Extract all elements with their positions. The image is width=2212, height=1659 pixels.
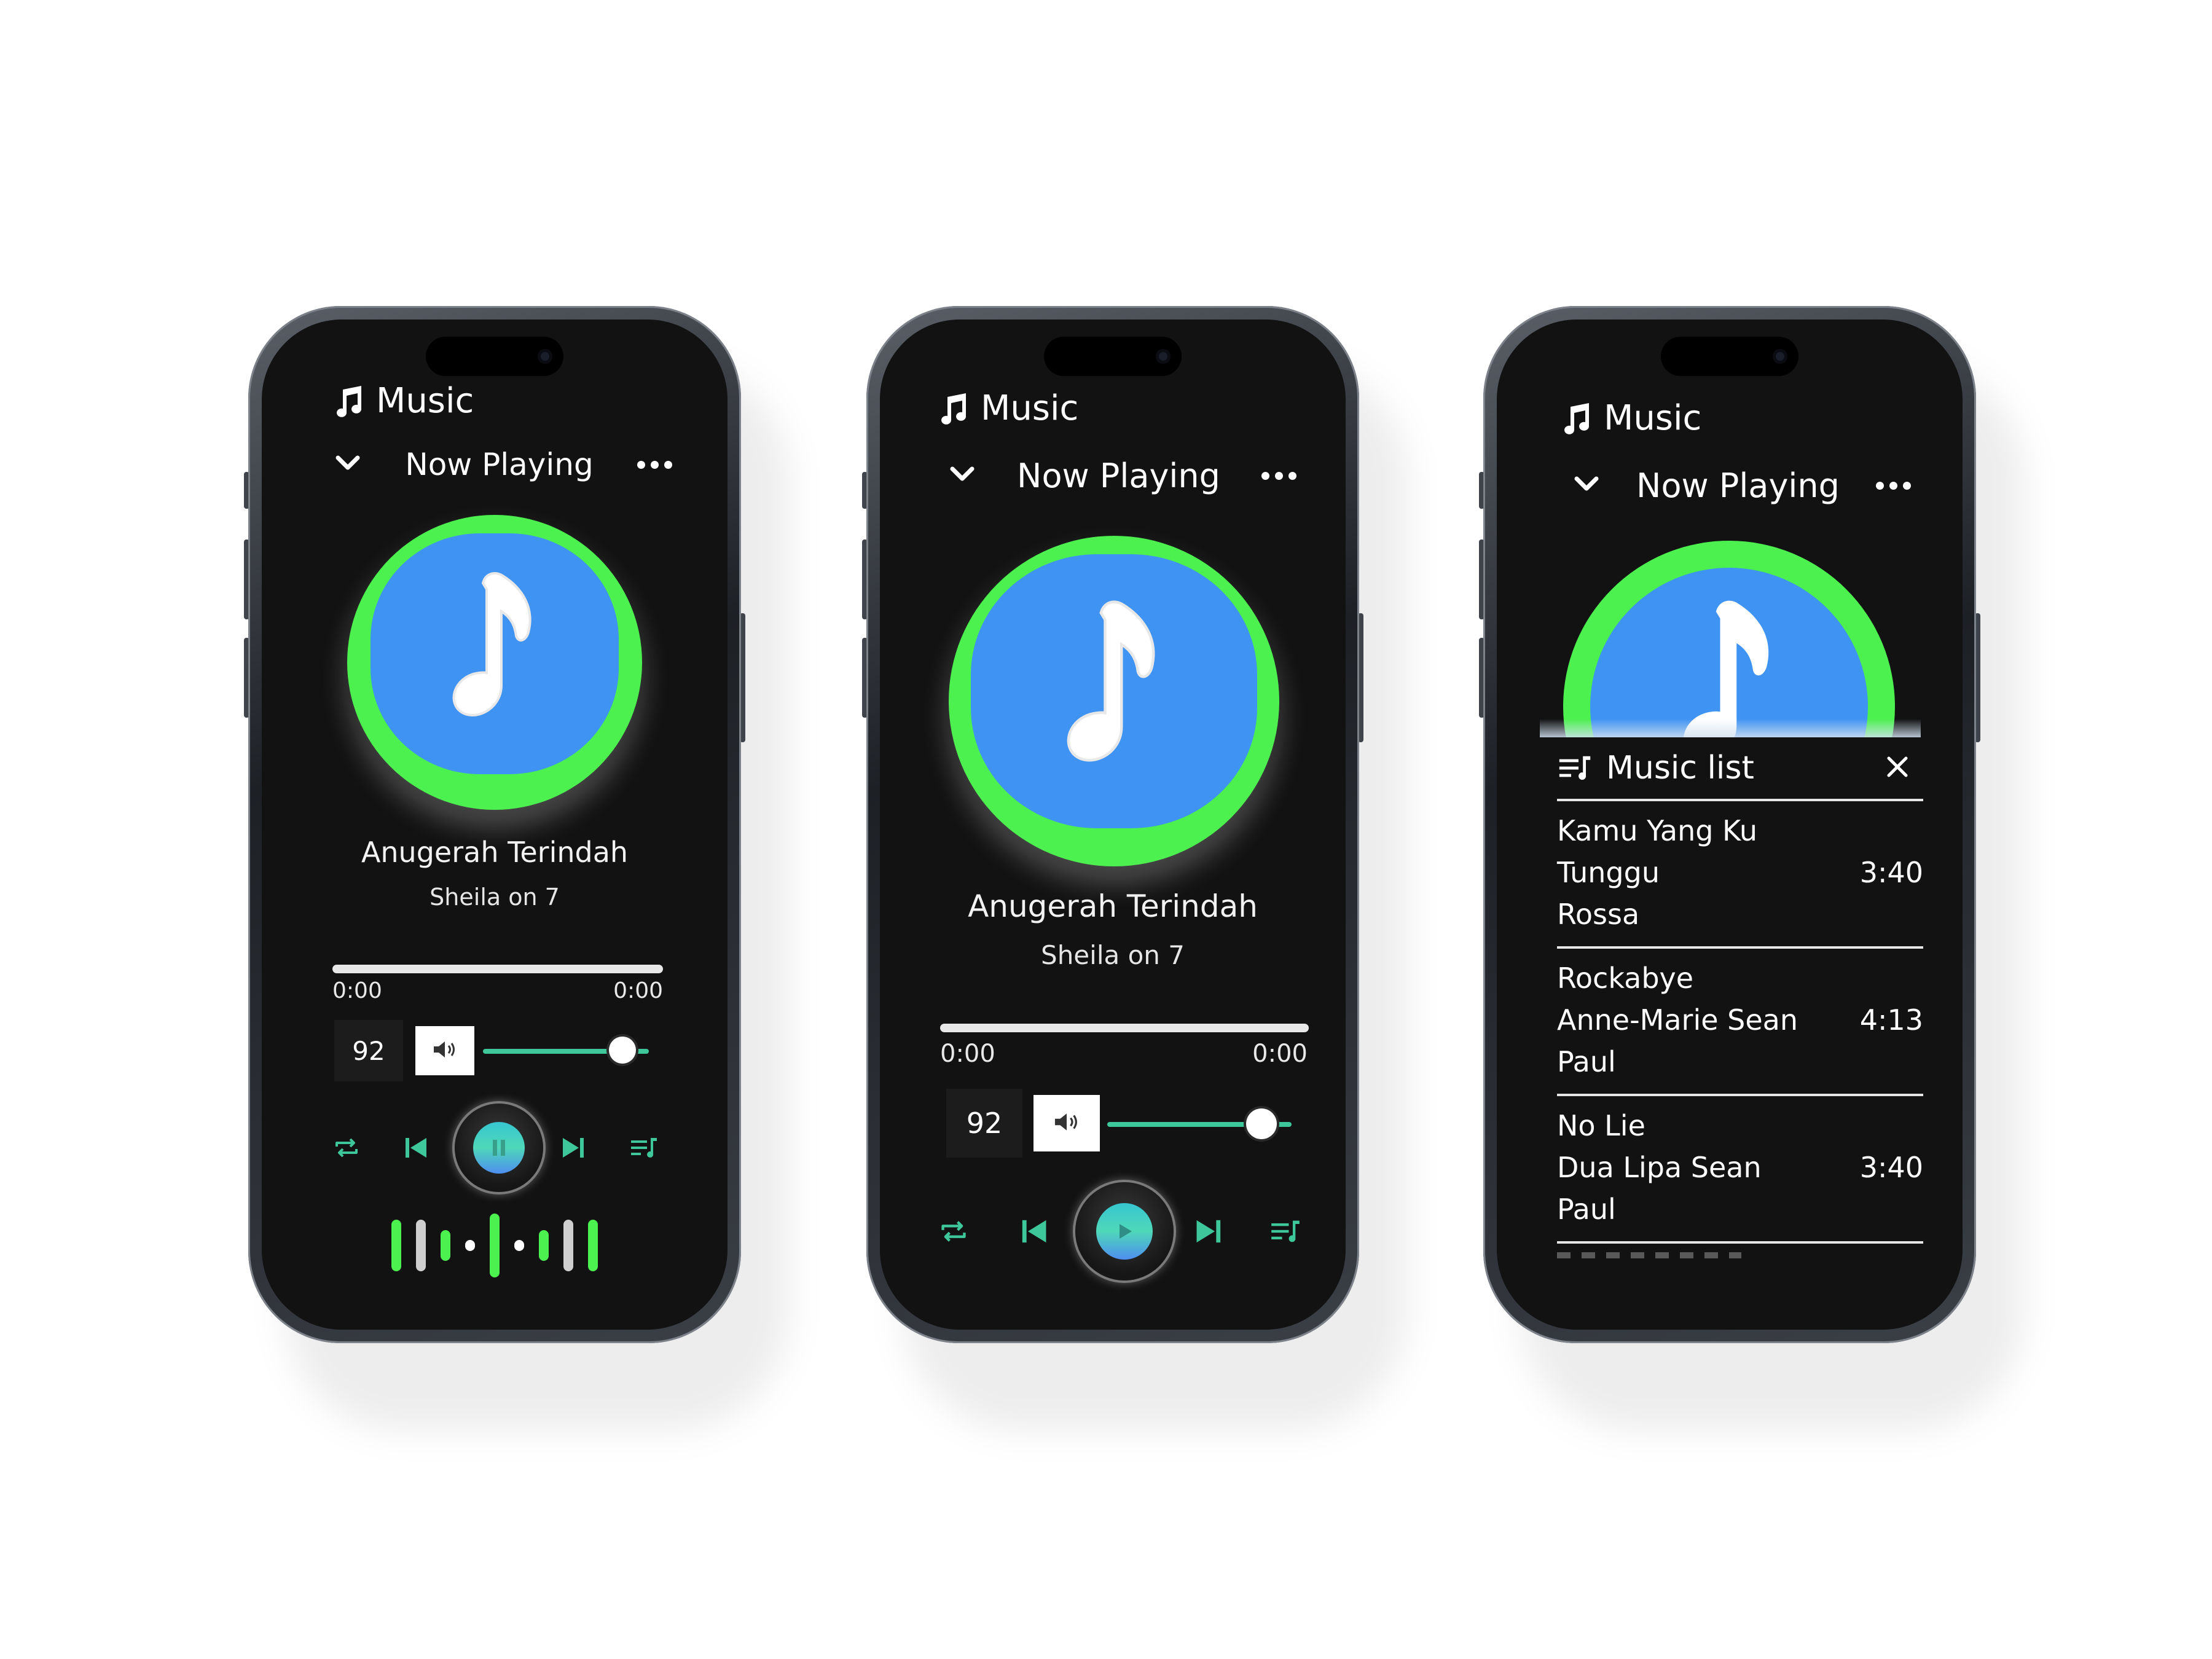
album-art [347, 515, 642, 810]
volume-value: 92 [334, 1020, 403, 1081]
list-item-artist: Rossa [1557, 898, 1640, 931]
volume-value: 92 [946, 1089, 1022, 1158]
phone-player-paused: Music Now Playing Anugerah Terindah Shei… [862, 306, 1407, 1430]
pause-icon [493, 1140, 505, 1156]
list-item-title: Rockabye [1557, 962, 1694, 995]
time-current: 0:00 [332, 978, 382, 1003]
speaker-icon [431, 1039, 458, 1062]
volume-slider-knob[interactable] [609, 1037, 636, 1064]
repeat-icon [335, 1138, 358, 1158]
phone-music-list: Music Now Playing Music list Kamu Yang K… [1479, 306, 2024, 1430]
play-button[interactable] [1075, 1182, 1174, 1281]
now-playing-bar: Now Playing [949, 451, 1296, 500]
volume-button[interactable] [415, 1026, 474, 1075]
now-playing-bar: Now Playing [1573, 461, 1911, 510]
pause-button[interactable] [455, 1104, 543, 1192]
queue-button[interactable] [627, 1131, 661, 1165]
now-playing-title: Now Playing [405, 447, 594, 482]
app-title: Music [376, 381, 474, 421]
music-note-icon [939, 392, 968, 425]
time-current: 0:00 [940, 1040, 995, 1068]
time-total: 0:00 [613, 978, 663, 1003]
app-title: Music [1604, 398, 1702, 438]
app-header: Music [939, 388, 1078, 428]
chevron-down-icon[interactable] [949, 465, 976, 486]
chevron-down-icon[interactable] [334, 454, 361, 475]
song-title: Anugerah Terindah [968, 888, 1258, 924]
now-playing-bar: Now Playing [334, 440, 672, 489]
skip-next-icon [1196, 1220, 1221, 1243]
song-artist: Sheila on 7 [1041, 940, 1185, 970]
list-item-artist: Dua Lipa Sean Paul [1557, 1151, 1762, 1226]
more-options-icon[interactable] [1875, 481, 1911, 490]
progress-bar[interactable] [332, 965, 663, 973]
music-note-icon [1562, 402, 1591, 435]
music-note-icon [334, 385, 364, 418]
queue-button[interactable] [1267, 1213, 1304, 1250]
queue-music-icon [1559, 756, 1591, 780]
music-list-title: Music list [1606, 750, 1754, 786]
close-icon[interactable] [1885, 755, 1910, 782]
app-title: Music [981, 388, 1079, 428]
skip-previous-icon [1022, 1220, 1046, 1243]
album-art [1563, 541, 1895, 737]
song-title: Anugerah Terindah [361, 836, 629, 869]
repeat-button[interactable] [329, 1131, 364, 1165]
now-playing-title: Now Playing [1636, 466, 1840, 505]
screen: Music Now Playing Anugerah Terindah Shei… [262, 320, 728, 1330]
play-icon [1120, 1224, 1132, 1239]
time-total: 0:00 [1252, 1040, 1308, 1068]
list-item[interactable]: Kamu Yang Ku Tunggu Rossa 3:40 [1557, 801, 1923, 949]
app-header: Music [334, 381, 474, 421]
repeat-button[interactable] [935, 1213, 972, 1250]
progress-bar[interactable] [940, 1024, 1309, 1032]
next-button[interactable] [557, 1131, 591, 1165]
audio-visualizer [262, 1212, 728, 1279]
music-list-panel: Music list Kamu Yang Ku Tunggu Rossa 3:4… [1557, 737, 1923, 1262]
list-item-title: No Lie [1557, 1109, 1645, 1142]
more-options-icon[interactable] [1261, 471, 1296, 480]
album-art-clip [1540, 541, 1921, 737]
music-note-art-icon [1684, 600, 1769, 737]
list-item-title: Kamu Yang Ku Tunggu [1557, 814, 1758, 889]
more-options-icon[interactable] [637, 460, 672, 469]
list-item[interactable]: Rockabye Anne-Marie Sean Paul 4:13 [1557, 949, 1923, 1096]
list-item-duration: 3:40 [1859, 1151, 1923, 1184]
next-button[interactable] [1191, 1213, 1228, 1250]
volume-button[interactable] [1033, 1095, 1100, 1151]
phone-player-playing: Music Now Playing Anugerah Terindah Shei… [244, 306, 789, 1430]
screen: Music Now Playing Music list Kamu Yang K… [1497, 320, 1963, 1330]
album-art [949, 536, 1279, 866]
repeat-icon [941, 1221, 966, 1242]
screen: Music Now Playing Anugerah Terindah Shei… [880, 320, 1346, 1330]
chevron-down-icon[interactable] [1573, 475, 1600, 496]
music-list-header: Music list [1557, 737, 1923, 801]
now-playing-title: Now Playing [1017, 456, 1220, 495]
speaker-icon [1052, 1111, 1081, 1135]
music-note-art-icon [1067, 600, 1155, 762]
song-artist: Sheila on 7 [429, 884, 560, 911]
previous-button[interactable] [398, 1131, 433, 1165]
list-item-duration: 3:40 [1859, 856, 1923, 889]
queue-music-icon [1271, 1220, 1300, 1242]
app-header: Music [1562, 398, 1701, 438]
list-item-duration: 4:13 [1859, 1003, 1923, 1037]
skip-previous-icon [406, 1138, 426, 1158]
queue-music-icon [631, 1138, 657, 1158]
previous-button[interactable] [1015, 1213, 1052, 1250]
list-item-artist: Anne-Marie Sean Paul [1557, 1003, 1798, 1078]
music-note-art-icon [452, 572, 531, 717]
volume-slider-knob[interactable] [1246, 1108, 1277, 1139]
list-item[interactable]: No Lie Dua Lipa Sean Paul 3:40 [1557, 1096, 1923, 1244]
list-item-cutoff [1557, 1244, 1923, 1262]
skip-next-icon [563, 1138, 584, 1158]
